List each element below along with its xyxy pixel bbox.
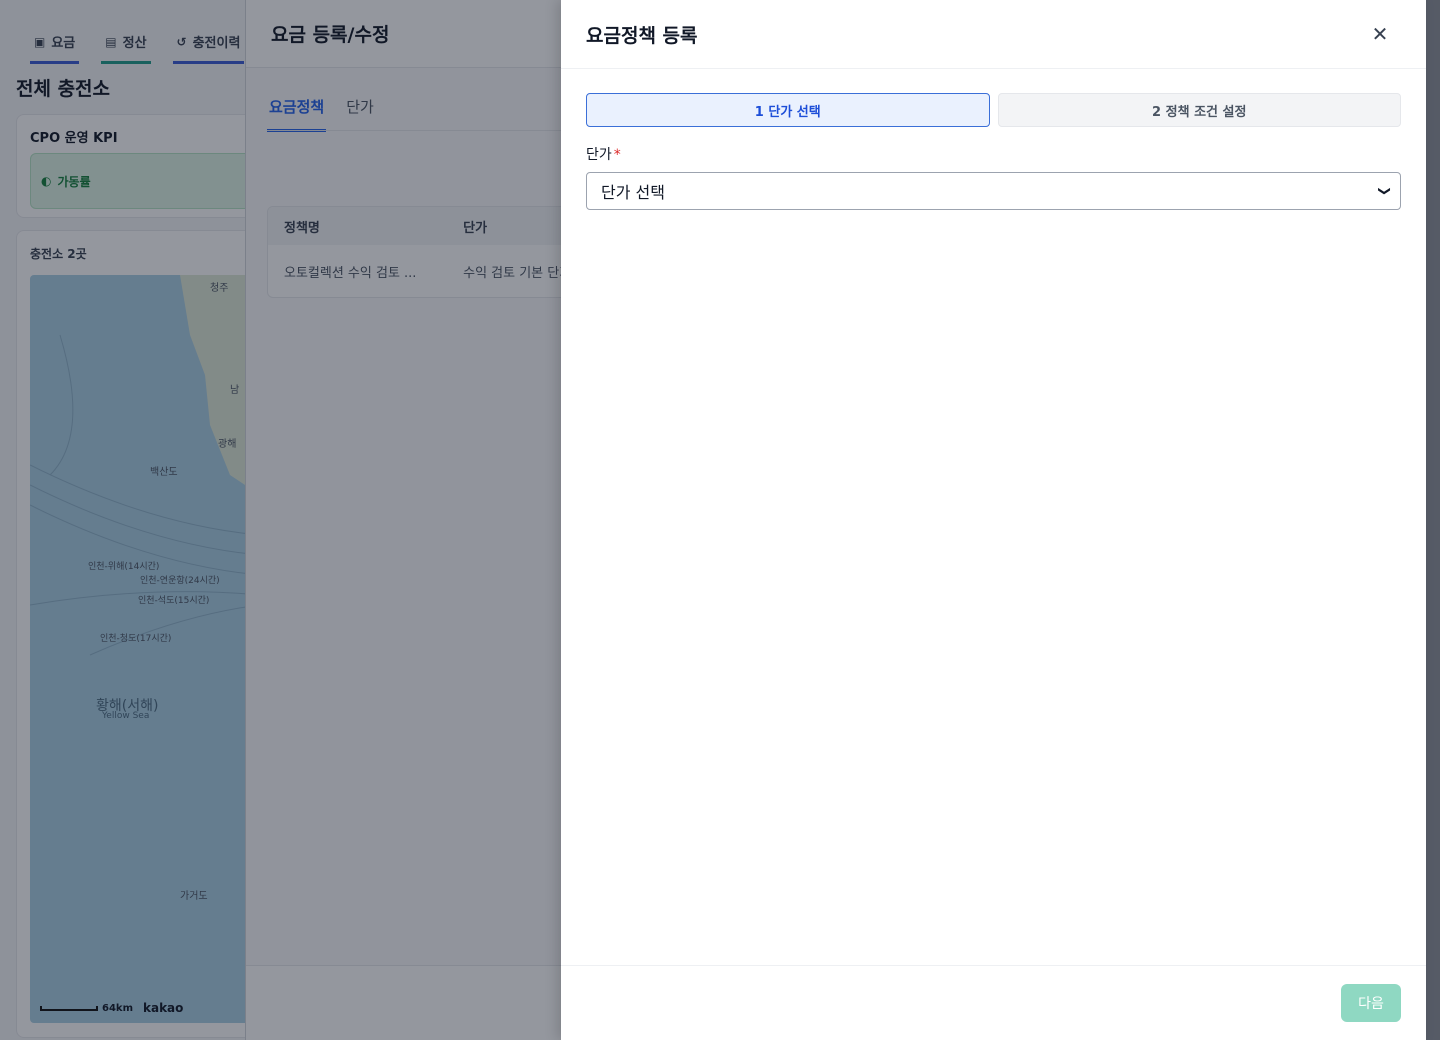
drawer-title: 요금정책 등록 bbox=[586, 24, 698, 47]
drawer-footer: 다음 bbox=[561, 965, 1426, 1040]
unit-price-select[interactable]: 단가 선택 ❯ bbox=[586, 172, 1401, 210]
step-select-unit-price[interactable]: 1 단가 선택 bbox=[586, 93, 990, 127]
stepper: 1 단가 선택 2 정책 조건 설정 bbox=[586, 93, 1401, 127]
close-button[interactable]: ✕ bbox=[1370, 22, 1390, 46]
next-button[interactable]: 다음 bbox=[1341, 984, 1401, 1022]
page-scroll-gutter bbox=[1426, 0, 1440, 1040]
chevron-down-icon: ❯ bbox=[1377, 185, 1392, 197]
drawer-header: 요금정책 등록 ✕ bbox=[561, 0, 1426, 69]
unit-price-field-label: 단가 * bbox=[586, 144, 621, 164]
close-icon: ✕ bbox=[1371, 22, 1389, 46]
unit-price-label-text: 단가 bbox=[586, 147, 612, 163]
policy-register-drawer: 요금정책 등록 ✕ 1 단가 선택 2 정책 조건 설정 단가 * 단가 선택 ❯… bbox=[561, 0, 1426, 1040]
step-policy-conditions[interactable]: 2 정책 조건 설정 bbox=[997, 93, 1401, 127]
required-mark: * bbox=[613, 147, 621, 163]
unit-price-select-value: 단가 선택 bbox=[601, 183, 665, 202]
